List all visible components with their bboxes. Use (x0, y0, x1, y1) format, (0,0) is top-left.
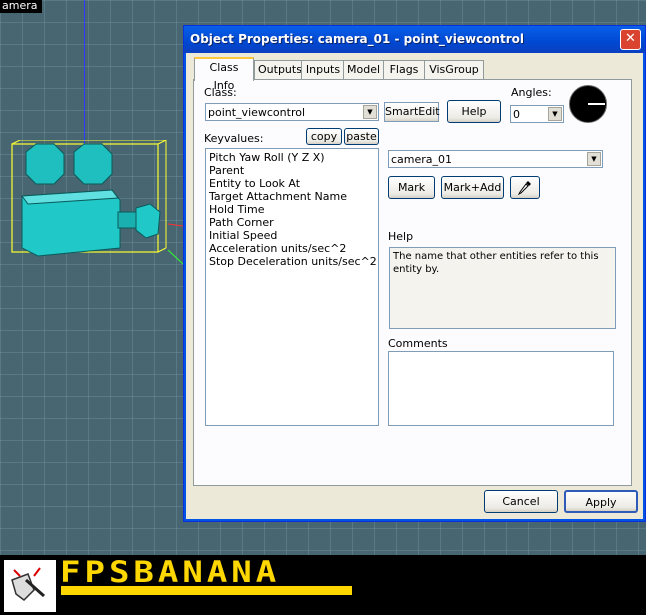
copy-button[interactable]: copy (306, 128, 342, 145)
viewport-label: amera (0, 0, 42, 13)
help-text-box: The name that other entities refer to th… (389, 247, 616, 329)
class-dropdown[interactable]: point_viewcontrol ▼ (205, 103, 379, 121)
mark-add-button[interactable]: Mark+Add (441, 176, 504, 199)
comments-field[interactable] (388, 351, 614, 426)
list-item[interactable]: Entity to Look At (206, 177, 378, 190)
angle-dial[interactable] (569, 85, 607, 123)
list-item[interactable]: Target Attachment Name (206, 190, 378, 203)
help-button[interactable]: Help (447, 100, 501, 123)
chevron-down-icon[interactable]: ▼ (587, 152, 601, 166)
tab-outputs[interactable]: Outputs (254, 60, 302, 79)
tab-model[interactable]: Model (343, 60, 384, 79)
list-item[interactable]: Stop Deceleration units/sec^2 (206, 255, 378, 268)
dialog-title: Object Properties: camera_01 - point_vie… (190, 32, 524, 46)
tab-flags[interactable]: Flags (383, 60, 425, 79)
paste-button[interactable]: paste (344, 128, 379, 145)
list-item[interactable]: Parent (206, 164, 378, 177)
list-item[interactable]: Hold Time (206, 203, 378, 216)
tab-inputs[interactable]: Inputs (301, 60, 345, 79)
angles-label: Angles: (511, 86, 552, 99)
list-item[interactable]: Initial Speed (206, 229, 378, 242)
close-icon: ✕ (625, 31, 636, 46)
tab-visgroup[interactable]: VisGroup (424, 60, 484, 79)
chevron-down-icon[interactable]: ▼ (363, 105, 377, 119)
fpsbanana-logo-icon (4, 560, 56, 612)
apply-button[interactable]: Apply (564, 490, 638, 513)
cancel-button[interactable]: Cancel (484, 490, 558, 513)
banner-title: FPSBANANA (60, 555, 281, 590)
list-item[interactable]: Pitch Yaw Roll (Y Z X) (206, 151, 378, 164)
list-item[interactable]: Path Corner (206, 216, 378, 229)
comments-label: Comments (388, 337, 448, 350)
list-item[interactable]: Acceleration units/sec^2 (206, 242, 378, 255)
z-axis-line (84, 0, 85, 150)
value-dropdown[interactable]: camera_01 ▼ (388, 150, 603, 168)
value-text: camera_01 (391, 153, 453, 166)
fpsbanana-banner: FPSBANANA (0, 555, 646, 615)
smartedit-button[interactable]: SmartEdit (384, 102, 440, 122)
angles-value: 0 (513, 108, 520, 121)
eyedropper-icon (517, 181, 531, 196)
help-section-label: Help (388, 230, 414, 243)
close-button[interactable]: ✕ (620, 29, 641, 50)
angle-needle (588, 103, 605, 105)
mark-button[interactable]: Mark (388, 176, 435, 199)
eyedropper-button[interactable] (510, 176, 540, 199)
class-value: point_viewcontrol (208, 106, 306, 119)
keyvalues-list[interactable]: Pitch Yaw Roll (Y Z X) Parent Entity to … (205, 148, 379, 426)
banner-underline (61, 586, 352, 595)
angles-dropdown[interactable]: 0 ▼ (510, 105, 564, 123)
chevron-down-icon[interactable]: ▼ (548, 107, 562, 121)
camera-entity-model[interactable] (8, 140, 183, 270)
object-properties-dialog: Object Properties: camera_01 - point_vie… (183, 25, 646, 522)
keyvalues-label: Keyvalues: (204, 132, 264, 145)
dialog-titlebar[interactable]: Object Properties: camera_01 - point_vie… (184, 26, 645, 53)
tab-class-info[interactable]: Class Info (194, 57, 254, 92)
